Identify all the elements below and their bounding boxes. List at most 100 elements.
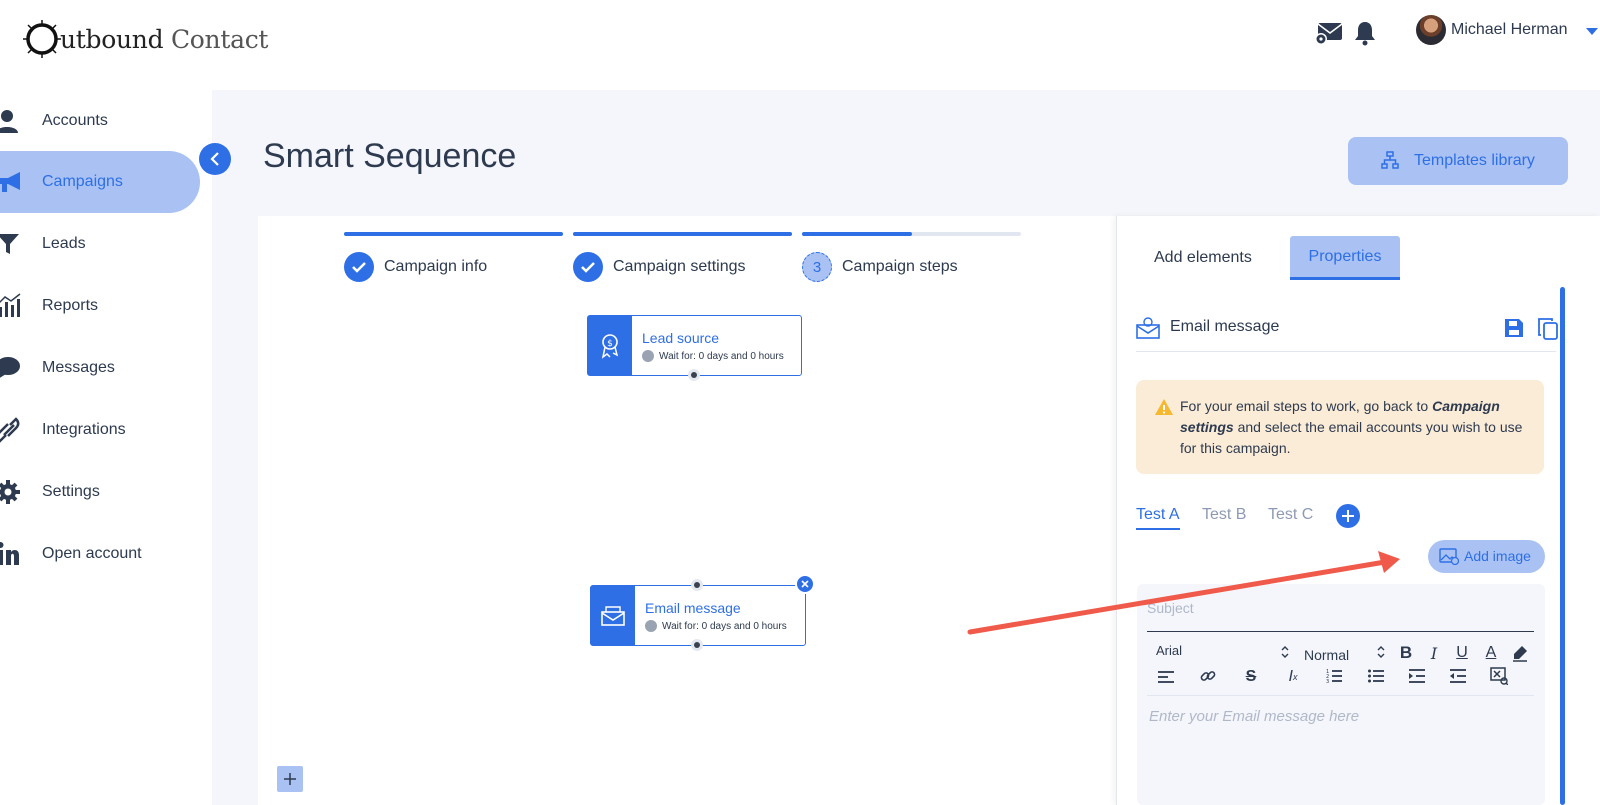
sidebar-item-campaigns[interactable]: Campaigns [0, 151, 200, 213]
connector-port[interactable] [691, 579, 703, 591]
node-lead-source[interactable]: $ Lead source Wait for: 0 days and 0 hou… [587, 315, 802, 381]
select-arrows-icon [1377, 646, 1385, 658]
user-name[interactable]: Michael Herman [1451, 21, 1567, 39]
select-arrows-icon [1281, 646, 1289, 658]
sidebar-item-accounts[interactable]: Accounts [0, 90, 200, 152]
node-icon-box: $ [588, 316, 632, 375]
sidebar-item-leads[interactable]: Leads [0, 213, 200, 275]
editor-toolbar: Arial Normal B I U A S Ix 123 [1147, 638, 1534, 696]
logo-wordmark: utbound Contact [60, 24, 269, 54]
element-title: Email message [1170, 318, 1280, 335]
sitemap-icon [1381, 151, 1399, 169]
app-logo[interactable]: utbound Contact [22, 18, 268, 60]
envelope-icon [601, 605, 625, 626]
step-label-campaign-steps[interactable]: Campaign steps [842, 258, 958, 276]
add-step-button[interactable] [277, 766, 303, 792]
wait-text: Wait for: 0 days and 0 hours [662, 620, 787, 632]
sequence-canvas[interactable] [258, 216, 1118, 805]
ordered-list-icon[interactable]: 123 [1326, 668, 1342, 684]
mail-settings-icon[interactable] [1314, 18, 1344, 48]
font-family-select[interactable]: Arial [1156, 643, 1182, 658]
step-label-campaign-settings[interactable]: Campaign settings [613, 258, 746, 276]
svg-text:$: $ [607, 339, 613, 349]
insert-variable-icon[interactable] [1490, 667, 1508, 685]
node-email-message[interactable]: Email message Wait for: 0 days and 0 hou… [590, 574, 815, 651]
indent-icon[interactable] [1409, 668, 1425, 684]
sidebar-item-label: Campaigns [42, 173, 123, 190]
svg-text:3: 3 [1326, 679, 1329, 684]
save-icon[interactable] [1504, 318, 1524, 338]
caret-down-icon[interactable] [1586, 28, 1598, 35]
step-progress-fill [802, 232, 912, 236]
test-tab-a[interactable]: Test A [1136, 506, 1180, 530]
step-2-check[interactable] [573, 252, 603, 282]
sidebar-item-label: Reports [42, 297, 99, 314]
bell-icon[interactable] [1350, 18, 1380, 48]
step-label-campaign-info[interactable]: Campaign info [384, 258, 487, 276]
page-title: Smart Sequence [263, 137, 517, 175]
wait-text: Wait for: 0 days and 0 hours [659, 350, 784, 362]
node-wait-time: Wait for: 0 days and 0 hours [642, 350, 784, 362]
collapse-sidebar-button[interactable] [199, 143, 231, 175]
align-left-icon[interactable] [1158, 670, 1174, 684]
clock-icon [645, 620, 657, 632]
step-progress-campaign-settings [573, 232, 792, 236]
test-tab-b[interactable]: Test B [1202, 506, 1246, 528]
italic-button[interactable]: I [1424, 643, 1444, 663]
sidebar-item-label: Settings [42, 483, 100, 500]
avatar[interactable] [1416, 15, 1446, 45]
font-size-select[interactable]: Normal [1304, 647, 1349, 663]
sidebar-item-label: Messages [42, 359, 115, 376]
sidebar-item-open-account[interactable]: Open account [0, 523, 200, 585]
tab-add-elements[interactable]: Add elements [1154, 236, 1252, 280]
chart-icon [0, 293, 21, 317]
chevron-left-icon [210, 152, 219, 166]
plus-icon [284, 773, 296, 785]
underline-button[interactable]: U [1452, 643, 1472, 663]
sidebar-item-settings[interactable]: Settings [0, 461, 200, 523]
templates-library-button[interactable]: Templates library [1348, 137, 1568, 185]
plus-icon [1342, 510, 1354, 522]
link-icon[interactable] [1200, 668, 1216, 684]
sidebar-item-reports[interactable]: Reports [0, 275, 200, 337]
copy-icon[interactable] [1538, 318, 1558, 340]
bullet-list-icon[interactable] [1368, 668, 1384, 684]
sidebar-item-messages[interactable]: Messages [0, 337, 200, 399]
tab-properties[interactable]: Properties [1290, 236, 1400, 280]
sidebar-item-label: Leads [42, 235, 86, 252]
sidebar-item-label: Accounts [42, 112, 108, 129]
highlight-icon[interactable] [1511, 644, 1529, 662]
check-icon [352, 262, 366, 273]
bold-button[interactable]: B [1396, 643, 1416, 663]
templates-library-label: Templates library [1414, 152, 1535, 169]
sidebar: Accounts Campaigns Leads Reports Message… [0, 90, 212, 805]
text-color-button[interactable]: A [1481, 643, 1501, 663]
add-image-label: Add image [1464, 548, 1531, 564]
email-element-icon [1136, 317, 1160, 339]
node-title: Lead source [642, 330, 720, 346]
check-icon [581, 262, 595, 273]
person-icon [0, 110, 18, 133]
strikethrough-button[interactable]: S [1241, 667, 1261, 687]
node-wait-time: Wait for: 0 days and 0 hours [645, 620, 787, 632]
linkedin-icon [0, 542, 19, 565]
sidebar-item-integrations[interactable]: Integrations [0, 399, 200, 461]
remove-node-button[interactable] [795, 574, 815, 594]
connector-port[interactable] [691, 639, 703, 651]
step-progress-campaign-steps [802, 232, 1021, 236]
panel-scrollbar[interactable] [1560, 287, 1565, 805]
step-progress-fill [344, 232, 563, 236]
email-body-input[interactable]: Enter your Email message here [1149, 708, 1359, 725]
add-test-button[interactable] [1336, 504, 1360, 528]
step-3-number[interactable]: 3 [802, 252, 832, 282]
funnel-icon [0, 234, 19, 254]
warning-icon [1155, 399, 1173, 415]
add-image-button[interactable]: Add image [1428, 540, 1545, 573]
outdent-icon[interactable] [1450, 668, 1466, 684]
sidebar-item-label: Integrations [42, 421, 126, 438]
step-1-check[interactable] [344, 252, 374, 282]
test-tab-c[interactable]: Test C [1268, 506, 1313, 528]
connector-port[interactable] [688, 369, 700, 381]
clear-format-button[interactable]: Ix [1283, 667, 1303, 687]
megaphone-icon [0, 172, 20, 192]
